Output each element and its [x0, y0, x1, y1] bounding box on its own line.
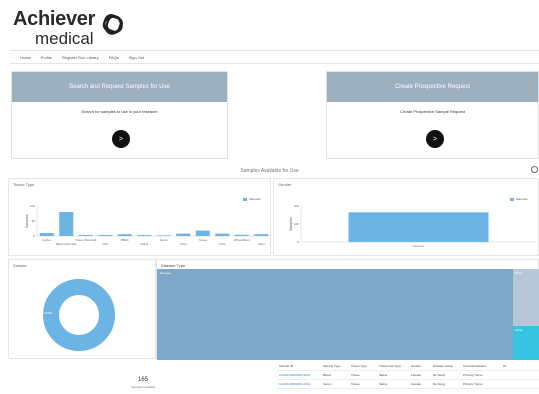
table-cell: Blood [323, 373, 331, 377]
donut-label: Blood 100% [36, 311, 53, 315]
treemap-cyan-label: Other [515, 328, 523, 332]
table-header[interactable]: Tissue Type [349, 364, 377, 368]
bar[interactable] [215, 233, 230, 236]
table-cell: No Study [433, 382, 446, 386]
bar[interactable] [98, 235, 113, 236]
bar[interactable] [254, 234, 269, 236]
logo-line1: Achiever [13, 8, 96, 30]
bar[interactable] [137, 235, 152, 236]
sample-donut-chart [43, 279, 115, 351]
nav-faqs[interactable]: FAQs [109, 55, 119, 60]
bar[interactable] [59, 212, 74, 236]
table-header-row: Sample ID Sample Type Tissue Type Tissue… [277, 362, 539, 371]
table-header[interactable]: Gender [409, 364, 431, 368]
nav-home[interactable]: Home [20, 55, 31, 60]
bar[interactable] [176, 233, 191, 236]
samples-table: Sample ID Sample Type Tissue Type Tissue… [277, 362, 539, 389]
treemap-side[interactable] [513, 269, 539, 326]
table-cell: Saline [379, 373, 388, 377]
y-tick-label: 0 [33, 234, 35, 238]
samples-count-label: Samples Available [130, 385, 156, 389]
table-header[interactable]: Survival Indicator [461, 364, 501, 368]
table-cell: Female [411, 382, 422, 386]
logo[interactable]: Achiever medical [13, 9, 95, 47]
table-cell: Saline [379, 382, 388, 386]
x-tick-label: CSF [102, 242, 108, 246]
card-subtitle: Create Prospective Sample Request [400, 109, 465, 114]
table-row[interactable]: 0-2020-00000001-0002 Serum Tissue Saline… [277, 380, 539, 389]
bar[interactable] [156, 235, 171, 236]
prospective-request-card: Create Prospective Request Create Prospe… [326, 71, 539, 159]
gender-chart: 0 100 200 Samples Unknown [289, 204, 536, 248]
search-samples-button[interactable]: > [112, 130, 130, 148]
card-title: Search and Request Samples for Use [12, 72, 227, 102]
x-tick-label: PBMC [121, 238, 129, 242]
prospective-request-button[interactable]: > [426, 130, 444, 148]
y-tick-label: 50 [32, 219, 36, 223]
section-title: Samples Available for Use [240, 168, 299, 174]
x-tick-label: Serum [160, 238, 169, 242]
x-tick-label: Unknown [413, 244, 425, 248]
nav-profile[interactable]: Profile [41, 55, 52, 60]
x-tick-label: Tissue [199, 238, 208, 242]
treemap-main[interactable] [157, 269, 513, 360]
table-cell: Tissue [351, 382, 360, 386]
card-subtitle: Search for samples to use in your resear… [81, 109, 158, 114]
nav-register[interactable]: Register Run Library [62, 55, 99, 60]
y-axis-label: Samples [289, 217, 293, 231]
refresh-icon[interactable] [531, 166, 538, 173]
bar[interactable] [39, 233, 54, 236]
table-header[interactable]: Sample ID [277, 364, 321, 368]
tissue-type-panel: Tissue Type Samples 0 50 100 Samples Ascites… [8, 178, 271, 256]
search-samples-card: Search and Request Samples for Use Searc… [11, 71, 228, 159]
disease-type-panel: Disease Type Disease Other Other [156, 259, 539, 360]
main-nav: Home Profile Register Run Library FAQs S… [10, 50, 539, 64]
table-cell: Tissue [351, 373, 360, 377]
table-header[interactable]: Tissue Cell Type [377, 364, 409, 368]
table-header[interactable]: Disease Group [431, 364, 461, 368]
x-tick-label: Stool [180, 242, 187, 246]
y-axis-label: Samples [25, 214, 29, 228]
bar[interactable] [234, 234, 249, 236]
sample-id-link[interactable]: 0-2020-00000001-0002 [277, 382, 321, 386]
y-tick-label: 0 [297, 240, 299, 244]
samples-count: 165 [137, 377, 148, 383]
y-tick-label: 100 [294, 222, 299, 226]
logo-icon [102, 14, 123, 35]
header: Achiever medical [0, 0, 539, 48]
treemap-main-label: Disease [160, 271, 171, 275]
bar[interactable] [348, 212, 489, 242]
x-tick-label: Saliva [140, 242, 148, 246]
bar[interactable] [117, 234, 132, 236]
table-cell: Female [411, 373, 422, 377]
x-tick-label: Tissue (Parental) [75, 238, 96, 242]
tissue-type-chart: 050100SamplesAscitesBlood (Parental)Tiss… [25, 204, 271, 246]
y-tick-label: 200 [294, 204, 299, 208]
table-cell: Serum [323, 382, 332, 386]
table-header[interactable]: Sample Type [321, 364, 349, 368]
gender-panel: Gender Samples 0 100 200 Samples Unknown [273, 178, 539, 256]
treemap-side-label: Other [515, 271, 523, 275]
bar[interactable] [78, 235, 93, 236]
x-tick-label: Whole Blood [234, 238, 250, 242]
bar[interactable] [195, 230, 210, 236]
table-cell: Primary Tumor [463, 382, 483, 386]
donut-slice[interactable] [43, 279, 115, 351]
table-header[interactable]: Ri [501, 364, 511, 368]
sample-panel: Sample Blood 100% [8, 259, 156, 359]
y-tick-label: 100 [30, 204, 35, 208]
table-row[interactable]: 0-2020-00000001-0001 Blood Tissue Saline… [277, 371, 539, 380]
sample-id-link[interactable]: 0-2020-00000001-0001 [277, 373, 321, 377]
logo-line2: medical [35, 29, 94, 48]
x-tick-label: Ascites [42, 238, 52, 242]
nav-sign-out[interactable]: Sign Out [129, 55, 145, 60]
panel-title: Disease Type [161, 263, 186, 268]
x-tick-label: Other [258, 242, 265, 246]
x-tick-label: Urine [219, 242, 226, 246]
card-title: Create Prospective Request [327, 72, 538, 102]
table-cell: Primary Tumor [463, 373, 483, 377]
table-cell: No Study [433, 373, 446, 377]
x-tick-label: Blood (Parental) [56, 242, 76, 246]
